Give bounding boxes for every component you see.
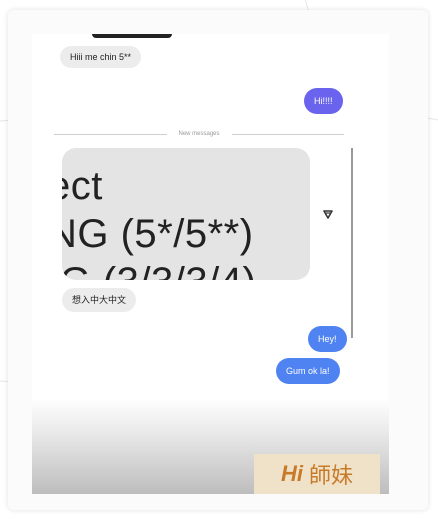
- message-text: Hi!!!!: [314, 96, 333, 106]
- message-text: 想入中大中文: [72, 295, 127, 305]
- chat-screen: Hiii me chin 5** Hi!!!! New messages ect…: [32, 34, 389, 494]
- watermark-hi: Hi: [280, 461, 303, 486]
- large-text-line: IG (3/3/3/4): [62, 260, 256, 280]
- scrollbar[interactable]: [351, 148, 353, 338]
- partial-bubble-top: [92, 34, 172, 38]
- message-incoming[interactable]: 想入中大中文: [62, 288, 137, 312]
- message-incoming-large[interactable]: ect NG (5*/5**) IG (3/3/3/4): [62, 148, 310, 280]
- chevron-down-icon: [323, 210, 333, 219]
- watermark-logo: Hi 師妹: [254, 454, 380, 494]
- scroll-down-button[interactable]: [316, 202, 340, 226]
- message-outgoing[interactable]: Hi!!!!: [304, 88, 343, 114]
- message-incoming[interactable]: Hiii me chin 5**: [60, 46, 142, 68]
- divider-line: [54, 133, 167, 135]
- new-messages-divider: New messages: [54, 128, 345, 140]
- divider-label: New messages: [178, 131, 220, 137]
- message-text: Hiii me chin 5**: [70, 52, 132, 62]
- message-text: Hey!: [318, 334, 337, 344]
- divider-line: [231, 133, 345, 135]
- message-outgoing[interactable]: Gum ok la!: [276, 358, 340, 384]
- watermark-name: 師妹: [308, 463, 353, 488]
- large-text-line: NG (5*/5**): [62, 212, 254, 256]
- message-text: Gum ok la!: [286, 366, 330, 376]
- message-outgoing[interactable]: Hey!: [308, 326, 347, 352]
- large-text-line: ect: [62, 164, 103, 208]
- screenshot-page: Hiii me chin 5** Hi!!!! New messages ect…: [0, 0, 438, 519]
